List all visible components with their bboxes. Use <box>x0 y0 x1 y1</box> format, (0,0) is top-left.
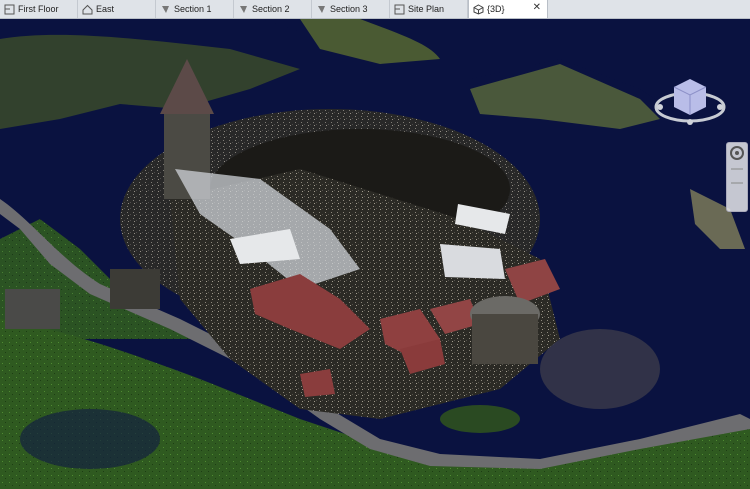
section-icon <box>316 4 327 15</box>
tab-label: Section 1 <box>174 4 212 14</box>
tab-label: {3D} <box>487 4 505 14</box>
tab-section-3[interactable]: Section 3 <box>312 0 390 18</box>
section-icon <box>238 4 249 15</box>
viewcube-icon <box>654 79 726 125</box>
tab-section-2[interactable]: Section 2 <box>234 0 312 18</box>
3d-view-icon <box>473 3 484 15</box>
point-cloud-scene <box>0 19 750 489</box>
tab-section-1[interactable]: Section 1 <box>156 0 234 18</box>
elevation-icon <box>82 4 93 15</box>
close-icon[interactable]: ✕ <box>533 2 541 13</box>
tab-east[interactable]: East <box>78 0 156 18</box>
navigation-bar[interactable] <box>726 142 748 212</box>
tab-site-plan[interactable]: Site Plan <box>390 0 468 18</box>
tab-3d[interactable]: {3D} ✕ <box>468 0 548 18</box>
tab-label: First Floor <box>18 4 59 14</box>
section-icon <box>160 4 171 15</box>
floor-plan-icon <box>4 4 15 15</box>
view-tabs-bar: First Floor East Section 1 Section 2 Sec… <box>0 0 750 19</box>
steering-wheel-icon <box>730 146 744 184</box>
tab-label: East <box>96 4 115 14</box>
3d-viewport[interactable] <box>0 19 750 489</box>
tab-label: Site Plan <box>408 4 445 14</box>
viewcube[interactable] <box>652 69 728 129</box>
tab-first-floor[interactable]: First Floor <box>0 0 78 18</box>
tab-label: Section 2 <box>252 4 290 14</box>
tab-label: Section 3 <box>330 4 368 14</box>
floor-plan-icon <box>394 4 405 15</box>
